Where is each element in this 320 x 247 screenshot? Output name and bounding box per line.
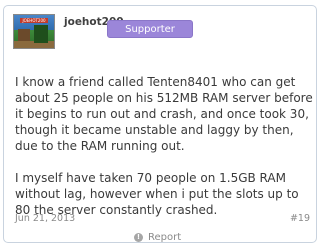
avatar-tag: JOEHOT200 (20, 18, 48, 23)
message-paragraph-1: I know a friend called Tenten8401 who ca… (15, 75, 313, 153)
post-author-bar: JOEHOT200 joehot200 Supporter (4, 6, 316, 54)
post-number-link[interactable]: #19 (290, 213, 310, 224)
forum-post: JOEHOT200 joehot200 Supporter I know a f… (3, 5, 317, 243)
message-paragraph-2: I myself have taken 70 people on 1.5GB R… (15, 171, 299, 217)
report-button[interactable]: ! Report (134, 232, 181, 243)
post-message: I know a friend called Tenten8401 who ca… (15, 74, 313, 234)
post-date-link[interactable]: Jun 21, 2013 (15, 213, 75, 224)
report-label: Report (148, 232, 182, 243)
alert-icon: ! (134, 233, 143, 242)
avatar-block (18, 29, 30, 41)
avatar[interactable]: JOEHOT200 (13, 14, 55, 49)
avatar-tree (34, 25, 48, 43)
user-title-badge: Supporter (107, 20, 193, 38)
